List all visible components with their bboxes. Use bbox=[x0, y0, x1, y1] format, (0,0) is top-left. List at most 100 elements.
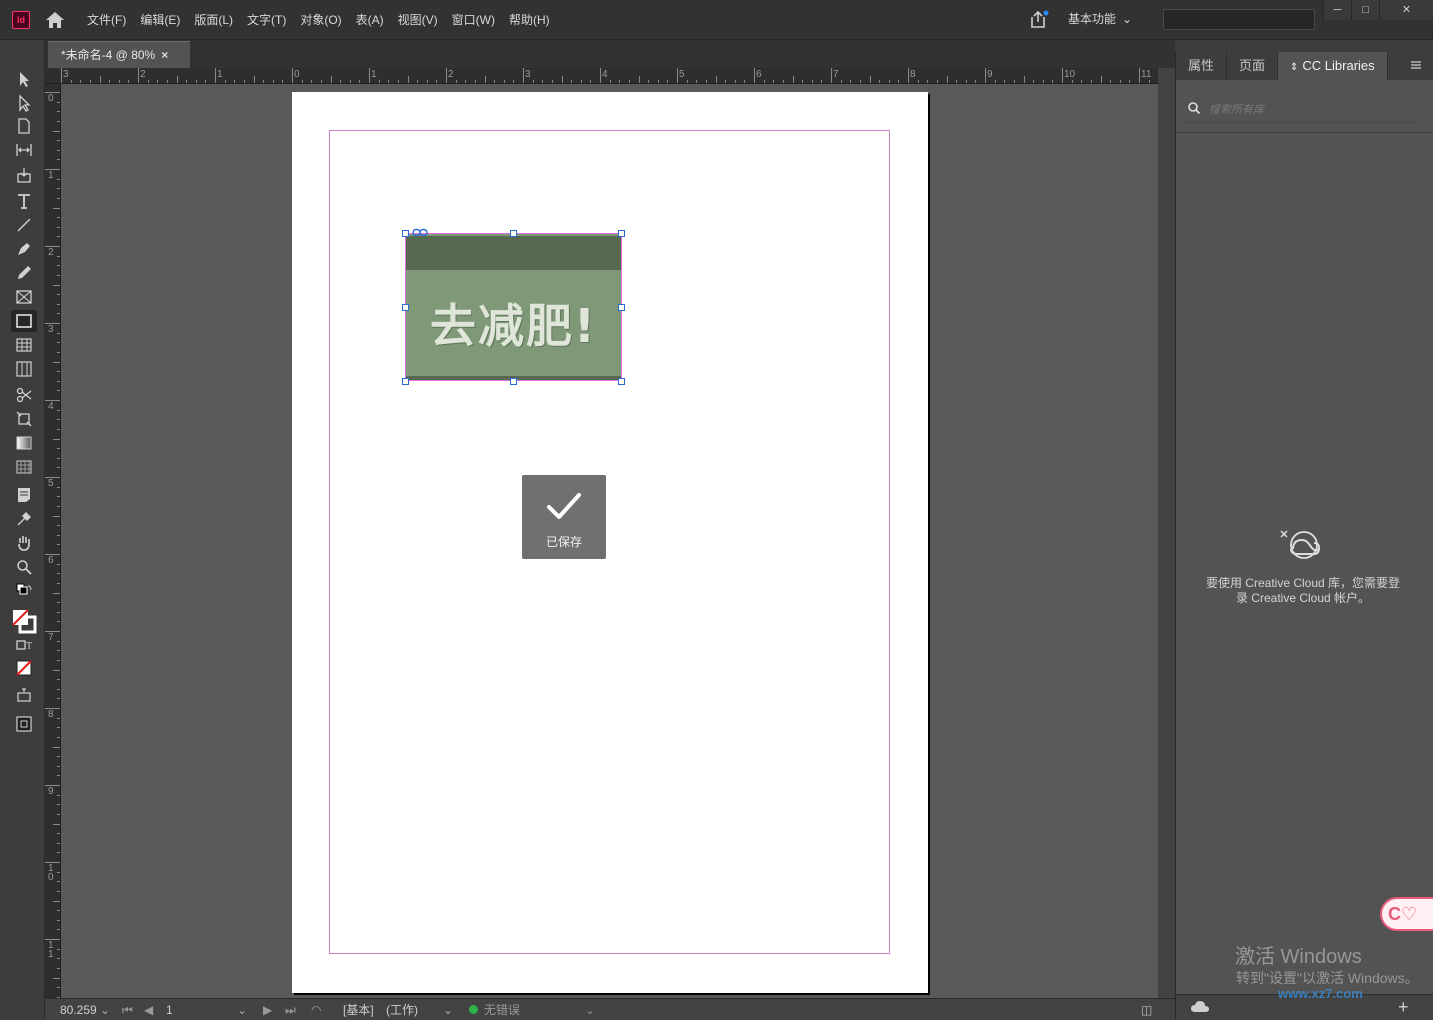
rectangle-tool-icon[interactable] bbox=[11, 310, 37, 332]
selection-tool-icon[interactable] bbox=[11, 68, 37, 90]
resize-handle-bottom[interactable] bbox=[510, 378, 517, 385]
ruler-major-tick bbox=[369, 68, 370, 83]
ruler-label: 0 bbox=[48, 93, 54, 104]
menu-view[interactable]: 视图(V) bbox=[391, 11, 445, 29]
rectangle-frame-tool-icon[interactable] bbox=[11, 286, 37, 308]
panel-menu-icon[interactable] bbox=[1409, 58, 1423, 72]
ruler-label: 5 bbox=[679, 69, 685, 80]
preflight-state[interactable]: (工作) bbox=[386, 1002, 418, 1018]
tab-arrows-icon: ⇕ bbox=[1290, 62, 1299, 73]
vertical-scrollbar[interactable] bbox=[1158, 68, 1175, 998]
split-view-icon[interactable]: ◫ bbox=[1141, 1002, 1152, 1018]
eyedropper-tool-icon[interactable] bbox=[11, 508, 37, 530]
scissors-tool-icon[interactable] bbox=[11, 384, 37, 406]
ruler-label: 11 bbox=[1141, 69, 1152, 80]
zoom-tool-icon[interactable] bbox=[11, 556, 37, 578]
chevron-down-icon[interactable]: ⌄ bbox=[585, 1002, 595, 1018]
vertical-ruler[interactable]: 0 1 2 3 4 5 6 7 8 9 1 0 1 1 bbox=[45, 84, 61, 998]
pen-tool-icon[interactable] bbox=[11, 238, 37, 260]
tab-cc-libraries[interactable]: ⇕ CC Libraries bbox=[1278, 52, 1388, 80]
preflight-profile[interactable]: [基本] bbox=[343, 1002, 374, 1018]
resize-handle-right[interactable] bbox=[618, 304, 625, 311]
window-controls: ─ □ ✕ bbox=[1323, 0, 1433, 20]
line-tool-icon[interactable] bbox=[11, 214, 37, 236]
menu-help[interactable]: 帮助(H) bbox=[502, 11, 557, 29]
resize-handle-top[interactable] bbox=[510, 230, 517, 237]
search-input[interactable] bbox=[1163, 9, 1315, 30]
image-top-band bbox=[406, 236, 621, 270]
screen-mode-icon[interactable] bbox=[11, 685, 37, 707]
ruler-minor-tick bbox=[53, 130, 60, 132]
gradient-feather-tool-icon[interactable] bbox=[11, 456, 37, 478]
ruler-minor-tick bbox=[484, 76, 486, 83]
menu-edit[interactable]: 编辑(E) bbox=[133, 11, 187, 29]
home-icon[interactable] bbox=[44, 9, 66, 31]
first-page-icon[interactable]: ⏮ bbox=[122, 1002, 133, 1018]
resize-handle-top-left[interactable] bbox=[402, 230, 409, 237]
ruler-major-tick bbox=[600, 68, 601, 83]
close-button[interactable]: ✕ bbox=[1379, 0, 1433, 20]
cloud-sync-icon[interactable] bbox=[1190, 1000, 1210, 1014]
maximize-button[interactable]: □ bbox=[1351, 0, 1379, 20]
next-page-icon[interactable]: ▶ bbox=[263, 1002, 272, 1018]
page-number-field[interactable]: 1 bbox=[166, 1002, 173, 1018]
type-tool-icon[interactable] bbox=[11, 190, 37, 212]
direct-selection-tool-icon[interactable] bbox=[11, 92, 37, 114]
page-tool-icon[interactable] bbox=[11, 115, 37, 137]
gap-tool-icon[interactable] bbox=[11, 139, 37, 161]
content-collector-icon[interactable] bbox=[11, 164, 37, 186]
open-page-icon[interactable]: ◠ bbox=[311, 1002, 321, 1018]
ruler-minor-tick bbox=[407, 76, 409, 83]
minimize-button[interactable]: ─ bbox=[1323, 0, 1351, 20]
horizontal-ruler[interactable]: 3 2 1 0 1 2 3 4 5 6 7 8 9 10 11 bbox=[45, 68, 1158, 84]
resize-handle-top-right[interactable] bbox=[618, 230, 625, 237]
resize-handle-bottom-left[interactable] bbox=[402, 378, 409, 385]
menu-object[interactable]: 对象(O) bbox=[293, 11, 348, 29]
note-tool-icon[interactable] bbox=[11, 484, 37, 506]
close-tab-icon[interactable]: × bbox=[161, 48, 168, 62]
hand-tool-icon[interactable] bbox=[11, 532, 37, 554]
link-icon[interactable] bbox=[412, 228, 428, 237]
table-tool-icon[interactable] bbox=[11, 334, 37, 356]
pencil-tool-icon[interactable] bbox=[11, 262, 37, 284]
ruler-major-tick bbox=[138, 68, 139, 83]
chevron-down-icon[interactable]: ⌄ bbox=[237, 1002, 247, 1018]
last-page-icon[interactable]: ⏭ bbox=[285, 1002, 296, 1018]
apply-none-icon[interactable] bbox=[11, 657, 37, 679]
ruler-label: 1 bbox=[217, 69, 223, 80]
prev-page-icon[interactable]: ◀ bbox=[144, 1002, 153, 1018]
checkmark-icon bbox=[547, 493, 581, 519]
ruler-label: 2 bbox=[448, 69, 454, 80]
chevron-down-icon[interactable]: ⌄ bbox=[443, 1002, 453, 1018]
workspace-switcher[interactable]: 基本功能 ⌄ bbox=[1068, 10, 1132, 27]
free-transform-tool-icon[interactable] bbox=[11, 408, 37, 430]
preview-mode-icon[interactable] bbox=[11, 713, 37, 735]
document-tab[interactable]: *未命名-4 @ 80% × bbox=[48, 41, 190, 68]
chevron-down-icon: ⌄ bbox=[1122, 11, 1133, 26]
floating-badge-icon[interactable]: C♡ bbox=[1380, 897, 1433, 931]
fill-stroke-swatch-icon[interactable] bbox=[11, 605, 37, 637]
zoom-field[interactable]: 80.259 bbox=[60, 1002, 97, 1018]
resize-handle-bottom-right[interactable] bbox=[618, 378, 625, 385]
menu-file[interactable]: 文件(F) bbox=[80, 11, 133, 29]
panel-collapse-bar[interactable] bbox=[1175, 40, 1433, 52]
formatting-container-icon[interactable]: T bbox=[11, 634, 37, 656]
resize-handle-left[interactable] bbox=[402, 304, 409, 311]
tab-properties[interactable]: 属性 bbox=[1176, 52, 1228, 80]
grid-tool-icon[interactable] bbox=[11, 358, 37, 380]
gradient-tool-icon[interactable] bbox=[11, 432, 37, 454]
main-menu: 文件(F) 编辑(E) 版面(L) 文字(T) 对象(O) 表(A) 视图(V)… bbox=[80, 11, 557, 29]
ruler-minor-tick bbox=[253, 76, 255, 83]
default-colors-icon[interactable] bbox=[11, 580, 37, 602]
ruler-major-tick bbox=[292, 68, 293, 83]
chevron-down-icon[interactable]: ⌄ bbox=[100, 1002, 110, 1018]
add-icon[interactable]: + bbox=[1398, 997, 1409, 1017]
menu-type[interactable]: 文字(T) bbox=[240, 11, 293, 29]
menu-table[interactable]: 表(A) bbox=[349, 11, 391, 29]
menu-window[interactable]: 窗口(W) bbox=[445, 11, 502, 29]
app-logo: Id bbox=[12, 11, 30, 29]
menu-layout[interactable]: 版面(L) bbox=[187, 11, 240, 29]
tab-pages[interactable]: 页面 bbox=[1227, 52, 1279, 80]
status-ok-icon bbox=[469, 1005, 478, 1014]
share-icon[interactable] bbox=[1028, 9, 1050, 29]
